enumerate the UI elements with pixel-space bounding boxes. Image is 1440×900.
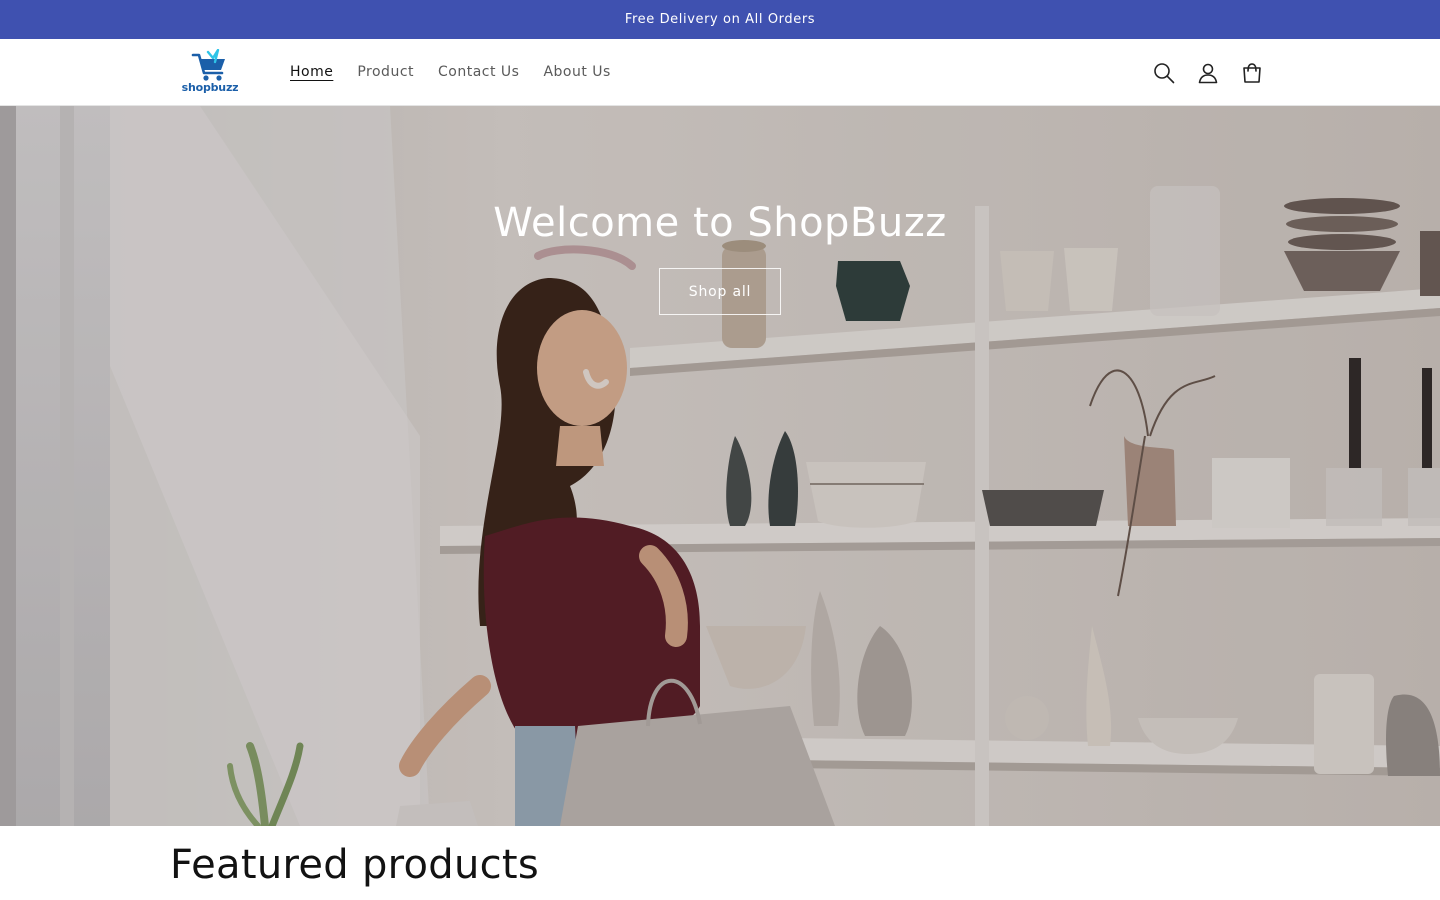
- cart-icon: [1243, 62, 1261, 83]
- nav-about-us[interactable]: About Us: [531, 39, 622, 106]
- logo-link[interactable]: shopbuzz: [178, 49, 242, 97]
- hero-title: Welcome to ShopBuzz: [493, 200, 947, 246]
- logo-text: shopbuzz: [181, 81, 239, 94]
- nav-product[interactable]: Product: [345, 39, 426, 106]
- hero-banner: Welcome to ShopBuzz Shop all: [0, 106, 1440, 826]
- featured-products-heading: Featured products: [170, 842, 540, 888]
- account-button[interactable]: [1186, 51, 1230, 95]
- announcement-bar: Free Delivery on All Orders: [0, 0, 1440, 39]
- shop-all-button[interactable]: Shop all: [659, 268, 781, 315]
- nav-contact-us[interactable]: Contact Us: [426, 39, 531, 106]
- cart-button[interactable]: [1230, 51, 1274, 95]
- hero-content: Welcome to ShopBuzz Shop all: [0, 198, 1440, 315]
- site-header: shopbuzz Home Product Contact Us About U…: [0, 39, 1440, 106]
- announcement-text: Free Delivery on All Orders: [624, 12, 816, 27]
- shopping-cart-logo-icon: [191, 49, 225, 81]
- main-nav: Home Product Contact Us About Us: [278, 39, 623, 106]
- search-icon: [1154, 62, 1175, 83]
- header-actions: [1142, 39, 1274, 106]
- search-button[interactable]: [1142, 51, 1186, 95]
- account-icon: [1198, 63, 1218, 83]
- nav-home[interactable]: Home: [278, 39, 345, 106]
